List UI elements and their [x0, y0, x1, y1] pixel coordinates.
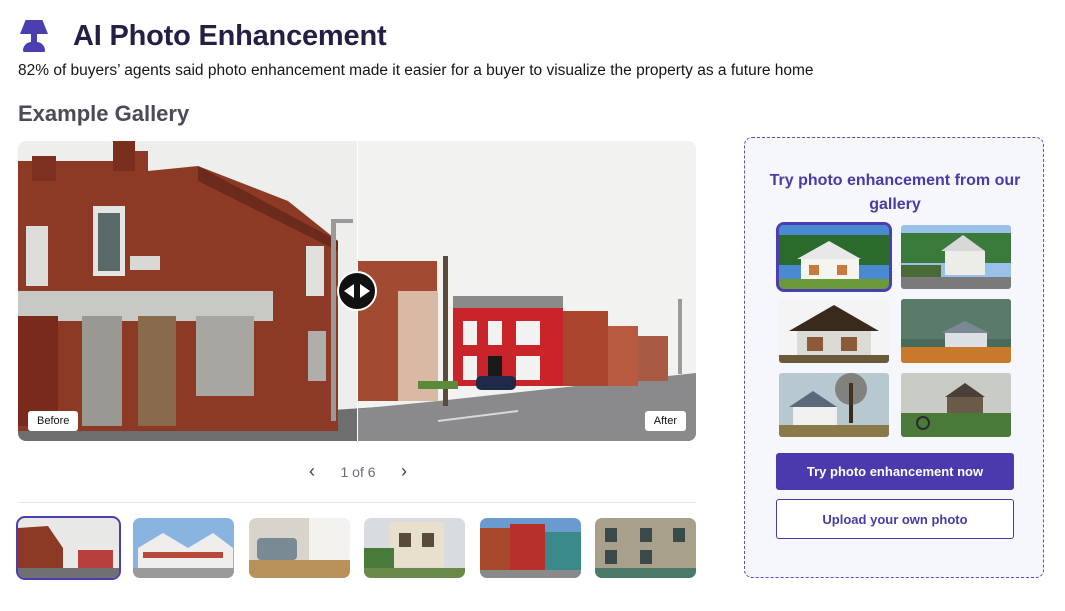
chevron-right-icon[interactable]: ›: [392, 461, 416, 482]
gallery-pager: ‹ 1 of 6 ›: [300, 461, 416, 482]
panel-image-option[interactable]: [779, 299, 889, 363]
left-right-arrows-icon: [344, 284, 370, 298]
gallery-thumbnail[interactable]: [248, 518, 350, 578]
panel-image-option[interactable]: [901, 373, 1011, 437]
pager-text: 1 of 6: [340, 463, 376, 480]
gallery-thumbnail[interactable]: [16, 516, 121, 580]
before-label: Before: [28, 411, 79, 431]
after-label: After: [644, 411, 686, 431]
upload-photo-button[interactable]: Upload your own photo: [776, 499, 1014, 539]
try-enhancement-panel: Try photo enhancement from our gallery T…: [744, 137, 1044, 578]
panel-image-option[interactable]: [901, 225, 1011, 289]
gallery-thumbnail[interactable]: [133, 518, 235, 578]
gallery-thumbnail[interactable]: [364, 518, 466, 578]
panel-title: Try photo enhancement from our gallery: [769, 172, 1021, 213]
panel-image-option[interactable]: [779, 373, 889, 437]
divider: [18, 502, 696, 503]
page-subtitle: 82% of buyers’ agents said photo enhance…: [18, 62, 814, 79]
lamp-icon: [18, 18, 50, 54]
gallery-thumbnail[interactable]: [479, 518, 581, 578]
chevron-left-icon[interactable]: ‹: [300, 461, 324, 482]
page-title: AI Photo Enhancement: [73, 19, 387, 52]
gallery-thumbnails: [16, 516, 696, 580]
page-header: AI Photo Enhancement: [18, 18, 387, 54]
panel-image-option[interactable]: [901, 299, 1011, 363]
try-enhancement-button[interactable]: Try photo enhancement now: [776, 453, 1014, 490]
gallery-thumbnail[interactable]: [594, 518, 696, 578]
gallery-heading: Example Gallery: [18, 101, 190, 126]
panel-image-option[interactable]: [776, 222, 892, 292]
panel-image-grid: [776, 222, 1011, 437]
before-after-viewer[interactable]: Before After: [18, 141, 696, 441]
comparison-slider-handle[interactable]: [337, 271, 377, 311]
